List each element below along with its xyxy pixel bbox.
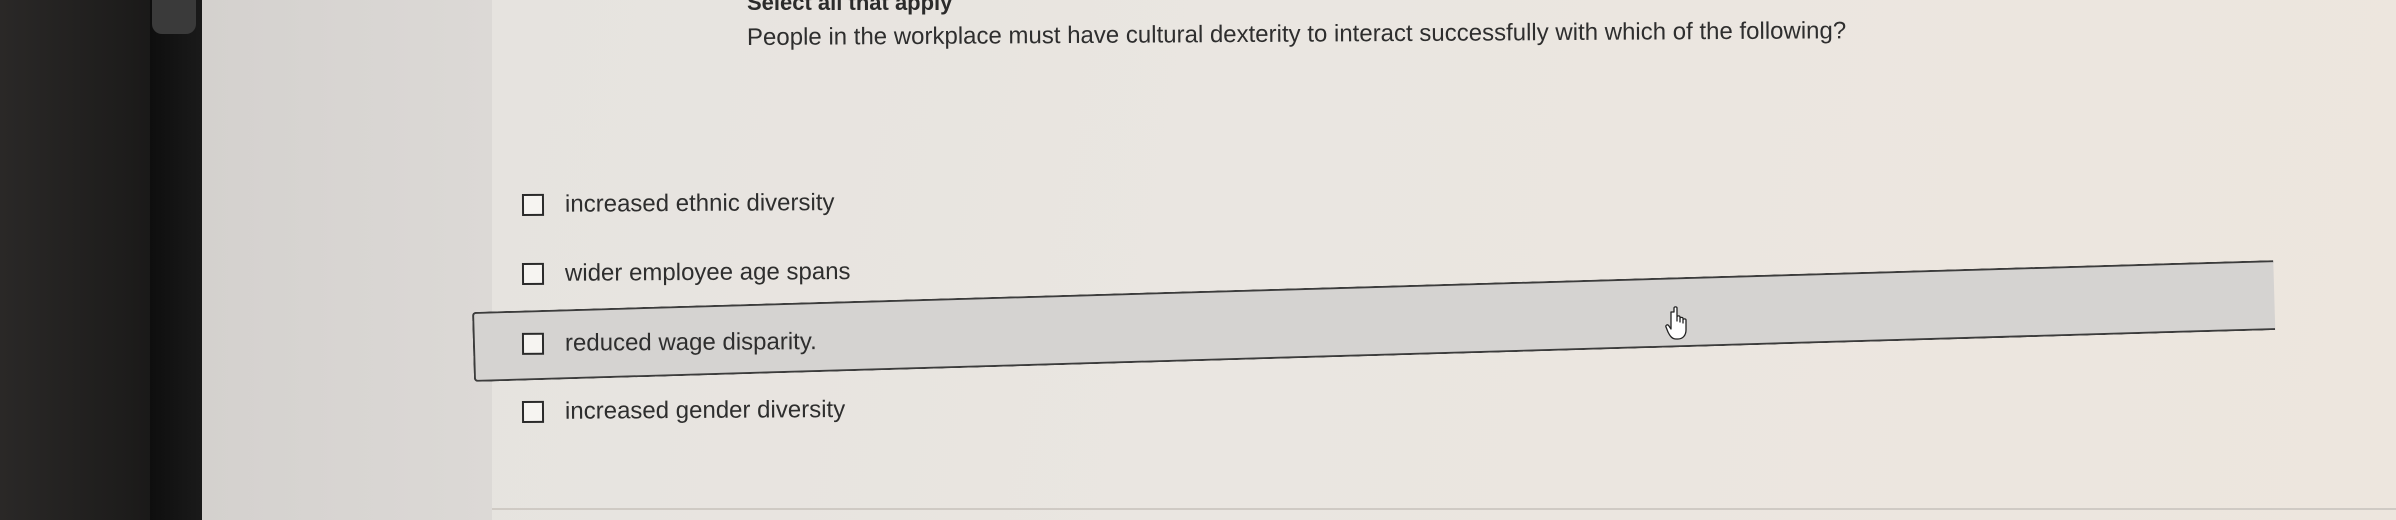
checkbox[interactable]: [521, 193, 545, 216]
option-increased-gender-diversity[interactable]: increased gender diversity: [521, 390, 846, 432]
side-panel: [202, 0, 492, 520]
question-text: People in the workplace must have cultur…: [746, 17, 1847, 51]
option-label: increased gender diversity: [564, 396, 846, 425]
checkbox[interactable]: [521, 332, 545, 355]
option-increased-ethnic-diversity[interactable]: increased ethnic diversity: [521, 183, 835, 225]
option-label: wider employee age spans: [564, 257, 851, 287]
instruction-text: Select all that apply: [747, 0, 953, 15]
checkbox[interactable]: [521, 262, 545, 286]
checkbox[interactable]: [521, 400, 545, 423]
hand-pointer-icon: [1665, 306, 1687, 340]
divider: [492, 508, 2396, 510]
bezel-knob: [152, 0, 196, 34]
option-label: increased ethnic diversity: [564, 189, 835, 218]
option-reduced-wage-disparity[interactable]: reduced wage disparity.: [521, 322, 817, 364]
monitor-edge: [150, 0, 202, 520]
option-wider-employee-age-spans[interactable]: wider employee age spans: [521, 252, 851, 294]
option-label: reduced wage disparity.: [564, 328, 817, 357]
screen: Select all that apply People in the work…: [202, 0, 2396, 520]
